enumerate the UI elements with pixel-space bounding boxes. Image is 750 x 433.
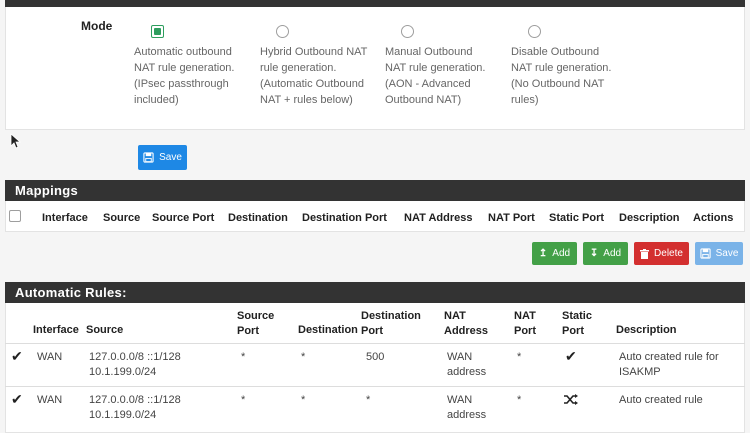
row2-destination-port: * bbox=[366, 394, 371, 406]
row2-nat-address: WAN address bbox=[447, 394, 487, 421]
mode-radio-disable[interactable] bbox=[528, 25, 541, 38]
row1-source: 127.0.0.0/8 ::1/128 10.1.199.0/24 bbox=[89, 351, 181, 378]
top-bar bbox=[5, 0, 745, 7]
mode-radio-hybrid[interactable] bbox=[276, 25, 289, 38]
enabled-check-icon: ✔ bbox=[11, 348, 23, 364]
row2-source-port: * bbox=[241, 394, 246, 406]
arrow-down-icon: ↧ bbox=[589, 248, 599, 259]
add-mapping-bottom-button[interactable]: ↧ Add bbox=[583, 242, 628, 265]
add-bottom-label: Add bbox=[603, 248, 622, 259]
static-port-check-icon: ✔ bbox=[565, 348, 577, 364]
row1-nat-address: WAN address bbox=[447, 351, 487, 378]
row1-nat-port: * bbox=[517, 351, 522, 363]
mappings-col-static-port: Static Port bbox=[549, 212, 605, 224]
add-mapping-top-button[interactable]: ↥ Add bbox=[532, 242, 577, 265]
arrow-up-icon: ↥ bbox=[538, 248, 548, 259]
auto-col-nat-address: NAT Address bbox=[444, 310, 489, 337]
floppy-icon bbox=[143, 152, 154, 163]
delete-mappings-button[interactable]: Delete bbox=[634, 242, 689, 265]
mode-option-manual-text: Manual Outbound NAT rule generation. (AO… bbox=[385, 46, 486, 106]
auto-col-nat-port: NAT Port bbox=[514, 310, 536, 337]
save-mappings-label: Save bbox=[715, 248, 739, 259]
enabled-check-icon: ✔ bbox=[11, 391, 23, 407]
mode-option-disable-text: Disable Outbound NAT rule generation. (N… bbox=[511, 46, 612, 106]
row2-destination: * bbox=[301, 394, 306, 406]
row1-interface: WAN bbox=[37, 351, 63, 363]
mappings-col-source-port: Source Port bbox=[152, 212, 215, 224]
row2-nat-port: * bbox=[517, 394, 522, 406]
automatic-rules-title: Automatic Rules: bbox=[5, 282, 745, 303]
auto-col-description: Description bbox=[616, 324, 677, 336]
save-mode-button[interactable]: Save bbox=[138, 145, 187, 170]
mappings-col-actions: Actions bbox=[693, 212, 734, 224]
shuffle-icon bbox=[564, 394, 578, 405]
mappings-col-destination: Destination bbox=[228, 212, 288, 224]
mappings-select-all-checkbox[interactable] bbox=[9, 210, 21, 222]
row2-description: Auto created rule bbox=[619, 394, 703, 406]
add-top-label: Add bbox=[552, 248, 571, 259]
auto-col-static-port: Static Port bbox=[562, 310, 592, 337]
mappings-col-description: Description bbox=[619, 212, 680, 224]
mode-radio-automatic[interactable] bbox=[151, 25, 164, 38]
mappings-col-destination-port: Destination Port bbox=[302, 212, 387, 224]
auto-col-source-port: Source Port bbox=[237, 310, 275, 337]
auto-col-destination: Destination bbox=[298, 324, 358, 336]
outbound-nat-mode-card bbox=[5, 0, 745, 130]
mouse-cursor-icon bbox=[10, 133, 22, 149]
row1-destination-port: 500 bbox=[366, 351, 385, 363]
auto-col-source: Source bbox=[86, 324, 124, 336]
auto-col-interface: Interface bbox=[33, 324, 79, 336]
mappings-col-interface: Interface bbox=[42, 212, 88, 224]
auto-col-destination-port: Destination Port bbox=[361, 310, 421, 337]
mappings-title: Mappings bbox=[5, 180, 745, 201]
save-mode-label: Save bbox=[159, 152, 182, 163]
trash-icon bbox=[640, 248, 650, 259]
mappings-col-nat-address: NAT Address bbox=[404, 212, 473, 224]
row2-source: 127.0.0.0/8 ::1/128 10.1.199.0/24 bbox=[89, 394, 181, 421]
mappings-col-source: Source bbox=[103, 212, 141, 224]
save-mappings-button[interactable]: Save bbox=[695, 242, 743, 265]
mode-radio-manual[interactable] bbox=[401, 25, 414, 38]
row1-destination: * bbox=[301, 351, 306, 363]
floppy-icon bbox=[699, 248, 711, 259]
row1-source-port: * bbox=[241, 351, 246, 363]
mode-option-automatic-text: Automatic outbound NAT rule generation. … bbox=[134, 46, 235, 106]
row1-description: Auto created rule for ISAKMP bbox=[619, 351, 719, 378]
divider bbox=[5, 343, 745, 344]
mappings-col-nat-port: NAT Port bbox=[488, 212, 535, 224]
delete-label: Delete bbox=[654, 248, 683, 259]
row2-interface: WAN bbox=[37, 394, 63, 406]
mode-label: Mode bbox=[81, 19, 113, 33]
mode-option-hybrid-text: Hybrid Outbound NAT rule generation. (Au… bbox=[260, 46, 368, 106]
divider bbox=[5, 386, 745, 387]
